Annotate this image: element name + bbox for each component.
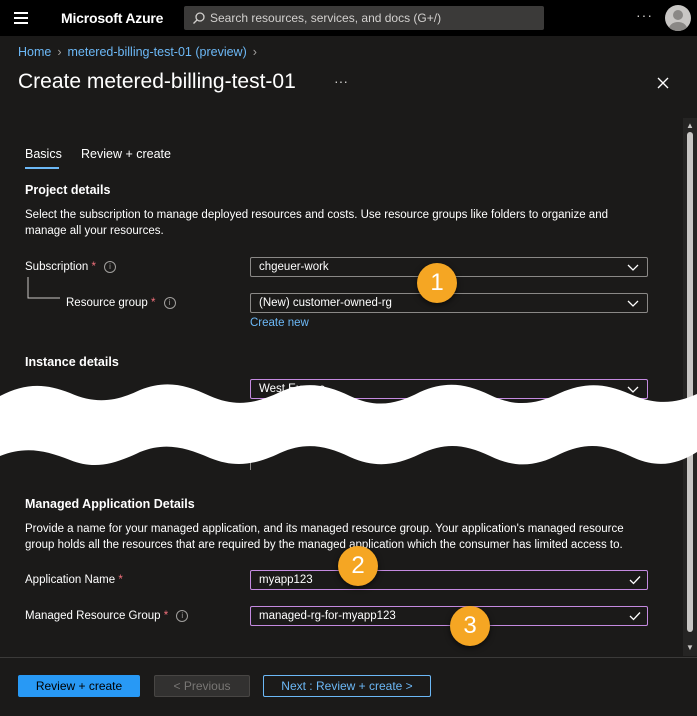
brand-name[interactable]: Microsoft Azure	[61, 10, 163, 26]
chevron-down-icon	[627, 300, 639, 307]
required-mark: *	[151, 297, 156, 310]
torn-edge-divider	[0, 384, 697, 466]
required-mark: *	[91, 261, 96, 274]
tab-review-create[interactable]: Review + create	[81, 147, 171, 161]
more-options-icon[interactable]: ···	[636, 7, 653, 23]
info-icon[interactable]: i	[103, 261, 116, 273]
required-mark: *	[118, 574, 123, 586]
project-description-line: manage all your resources.	[25, 225, 164, 237]
chevron-down-icon	[627, 264, 639, 271]
resource-group-label-text: Resource group	[66, 297, 148, 310]
project-details-heading: Project details	[25, 183, 111, 197]
managed-description-line: Provide a name for your managed applicat…	[25, 523, 624, 535]
resource-group-label: Resource group * i	[66, 297, 176, 309]
managed-app-heading: Managed Application Details	[25, 497, 195, 511]
review-create-button[interactable]: Review + create	[18, 675, 140, 697]
subscription-label: Subscription * i	[25, 261, 116, 273]
checkmark-icon	[629, 576, 641, 585]
subscription-label-text: Subscription	[25, 261, 89, 274]
resource-group-value: (New) customer-owned-rg	[259, 297, 392, 309]
breadcrumb-app[interactable]: metered-billing-test-01 (preview)	[68, 45, 247, 59]
managed-resource-group-label-text: Managed Resource Group	[25, 610, 161, 623]
info-icon[interactable]: i	[176, 610, 189, 622]
breadcrumb: Home › metered-billing-test-01 (preview) ›	[18, 45, 263, 59]
title-more-icon[interactable]: ···	[334, 73, 348, 89]
callout-badge-1: 1	[417, 263, 457, 303]
previous-button[interactable]: < Previous	[154, 675, 250, 697]
callout-badge-2: 2	[338, 546, 378, 586]
application-name-label-text: Application Name	[25, 574, 116, 586]
chevron-right-icon: ›	[252, 45, 257, 59]
create-new-link[interactable]: Create new	[250, 317, 309, 329]
managed-resource-group-label: Managed Resource Group * i	[25, 610, 189, 623]
breadcrumb-home[interactable]: Home	[18, 45, 51, 59]
tree-connector	[27, 277, 60, 299]
managed-resource-group-input[interactable]: managed-rg-for-myapp123	[250, 606, 648, 626]
active-tab-indicator	[25, 167, 59, 169]
project-description: Select the subscription to manage deploy…	[25, 207, 665, 239]
scroll-down-icon[interactable]: ▼	[686, 643, 694, 652]
search-icon	[193, 12, 205, 24]
scroll-up-icon[interactable]: ▲	[686, 121, 694, 130]
instance-details-heading: Instance details	[25, 355, 119, 369]
chevron-right-icon: ›	[57, 45, 62, 59]
search-placeholder: Search resources, services, and docs (G+…	[210, 11, 442, 25]
callout-badge-3: 3	[450, 606, 490, 646]
tab-basics[interactable]: Basics	[25, 147, 62, 161]
required-mark: *	[163, 610, 169, 623]
application-name-input[interactable]: myapp123	[250, 570, 648, 590]
info-icon[interactable]: i	[163, 297, 176, 309]
hamburger-menu-icon[interactable]	[14, 12, 28, 24]
next-review-create-button[interactable]: Next : Review + create >	[263, 675, 431, 697]
application-name-value: myapp123	[259, 574, 313, 586]
application-name-label: Application Name *	[25, 574, 123, 586]
checkmark-icon	[629, 612, 641, 621]
page-title: Create metered-billing-test-01	[18, 70, 296, 93]
project-description-line: Select the subscription to manage deploy…	[25, 209, 608, 221]
managed-resource-group-value: managed-rg-for-myapp123	[259, 610, 396, 622]
avatar[interactable]	[665, 5, 691, 31]
subscription-value: chgeuer-work	[259, 261, 329, 273]
close-icon[interactable]	[656, 76, 670, 90]
user-icon	[669, 10, 687, 31]
